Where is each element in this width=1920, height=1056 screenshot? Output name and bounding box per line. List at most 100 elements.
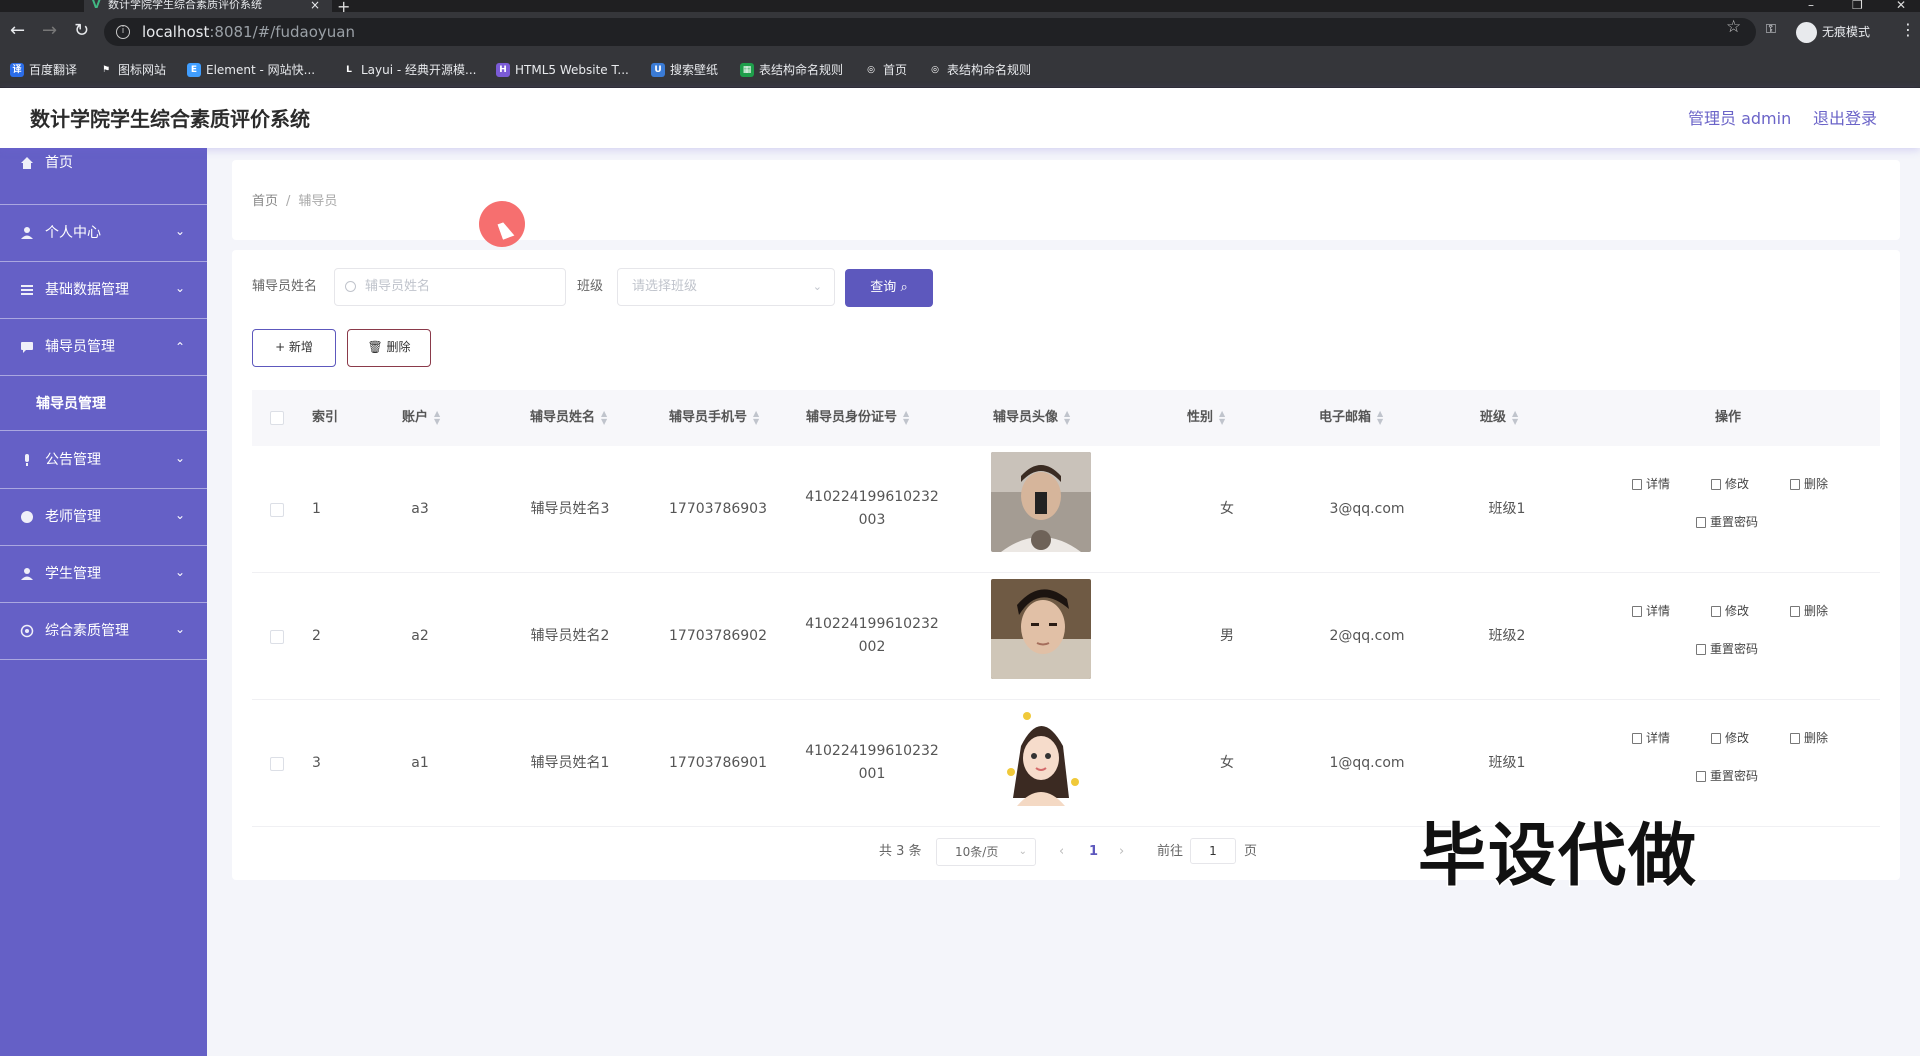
column-header-idcard[interactable]: 辅导员身份证号 ▲ ▼ xyxy=(806,390,909,446)
detail-button[interactable]: 详情 xyxy=(1632,600,1670,622)
select-all-checkbox[interactable] xyxy=(270,411,284,425)
maximize-icon[interactable]: ❐ xyxy=(1852,0,1863,12)
detail-button[interactable]: 详情 xyxy=(1632,473,1670,495)
bookmark-item[interactable]: ◎ 首页 xyxy=(864,61,907,79)
tab-close-icon[interactable]: × xyxy=(310,0,320,11)
sort-icon: ▲ ▼ xyxy=(903,408,910,426)
cell-name: 辅导员姓名3 xyxy=(530,501,610,517)
delete-button[interactable]: 删除 xyxy=(1790,600,1828,622)
sidebar-item-student[interactable]: 学生管理 ⌄ xyxy=(0,546,207,603)
cell-index: 2 xyxy=(312,628,321,644)
minimize-icon[interactable]: – xyxy=(1808,0,1814,12)
column-header-phone[interactable]: 辅导员手机号 ▲ ▼ xyxy=(669,390,759,446)
chevron-down-icon: ⌄ xyxy=(174,451,185,465)
bookmark-item[interactable]: E Element - 网站快... xyxy=(187,61,315,79)
bookmark-star-icon[interactable]: ☆ xyxy=(1726,17,1741,37)
table-row: 1 a3 辅导员姓名3 17703786903 410224199610232 0… xyxy=(252,446,1880,573)
sidebar-item-quality[interactable]: 综合素质管理 ⌄ xyxy=(0,603,207,660)
column-header-avatar[interactable]: 辅导员头像 ▲ ▼ xyxy=(993,390,1070,446)
incognito-indicator[interactable]: 无痕模式 xyxy=(1796,18,1870,46)
bulk-delete-label: 删除 xyxy=(386,340,411,354)
url-field[interactable]: i localhost:8081/#/fudaoyuan xyxy=(104,18,1756,46)
column-header-gender[interactable]: 性别 ▲ ▼ xyxy=(1187,390,1225,446)
reload-icon[interactable]: ↻ xyxy=(74,22,89,40)
reset-password-button[interactable]: 重置密码 xyxy=(1696,765,1758,787)
bookmark-item[interactable]: ◎ 表结构命名规则 xyxy=(928,61,1031,79)
column-header-class[interactable]: 班级 ▲ ▼ xyxy=(1480,390,1518,446)
logout-link[interactable]: 退出登录 xyxy=(1813,88,1877,150)
sidebar-item-teacher[interactable]: 老师管理 ⌄ xyxy=(0,489,207,546)
chevron-down-icon: ⌄ xyxy=(174,224,185,238)
edit-button[interactable]: 修改 xyxy=(1711,727,1749,749)
window-close-icon[interactable]: ✕ xyxy=(1896,0,1906,12)
edit-button[interactable]: 修改 xyxy=(1711,473,1749,495)
sort-icon: ▲ ▼ xyxy=(1377,408,1384,426)
key-icon[interactable]: ⚿ xyxy=(1766,22,1776,37)
bookmark-item[interactable]: U 搜索壁纸 xyxy=(651,61,718,79)
bookmark-item[interactable]: 译百度翻译 xyxy=(10,61,77,79)
goto-page-input[interactable]: 1 xyxy=(1190,838,1236,864)
column-header-name[interactable]: 辅导员姓名 ▲ ▼ xyxy=(530,390,607,446)
name-search-input[interactable]: 辅导员姓名 xyxy=(334,268,566,306)
admin-label[interactable]: 管理员 admin xyxy=(1688,88,1791,150)
counselor-avatar[interactable] xyxy=(991,452,1091,552)
reset-password-button[interactable]: 重置密码 xyxy=(1696,638,1758,660)
chevron-down-icon: ⌄ xyxy=(812,280,822,293)
bookmark-item[interactable]: L Layui - 经典开源模... xyxy=(342,61,476,79)
page-number-current[interactable]: 1 xyxy=(1089,838,1098,866)
goto-prefix: 前往 xyxy=(1157,844,1184,859)
sheet-icon: ▦ xyxy=(740,63,754,77)
bookmark-item[interactable]: ⚑ 图标网站 xyxy=(99,61,166,79)
sidebar-item-notice[interactable]: 公告管理 ⌄ xyxy=(0,432,207,489)
query-button-label: 查询 xyxy=(870,280,897,295)
pagination-total: 共 3 条 xyxy=(879,844,922,859)
flag-icon: ⚑ xyxy=(101,65,111,75)
chevron-down-icon: ⌄ xyxy=(174,622,185,636)
counselor-avatar[interactable] xyxy=(991,706,1091,806)
next-page-icon[interactable]: › xyxy=(1119,838,1124,866)
cell-class: 班级2 xyxy=(1488,628,1526,644)
prev-page-icon[interactable]: ‹ xyxy=(1059,838,1064,866)
cell-phone: 17703786903 xyxy=(669,501,767,517)
class-select[interactable]: 请选择班级 ⌄ xyxy=(617,268,835,306)
url-host: localhost xyxy=(142,23,210,41)
row-checkbox[interactable] xyxy=(270,757,284,771)
sidebar-item-profile[interactable]: 个人中心 ⌄ xyxy=(0,205,207,262)
row-checkbox[interactable] xyxy=(270,630,284,644)
browser-tab[interactable]: V 数计学院学生综合素质评价系统 × xyxy=(84,0,332,12)
bookmark-label: 搜索壁纸 xyxy=(670,63,719,77)
query-button[interactable]: 查询 ⌕ xyxy=(845,269,933,307)
delete-button[interactable]: 删除 xyxy=(1790,473,1828,495)
bulk-delete-button[interactable]: 🗑 删除 xyxy=(347,329,431,367)
bookmark-item[interactable]: H HTML5 Website T... xyxy=(496,61,629,79)
edit-button[interactable]: 修改 xyxy=(1711,600,1749,622)
column-header-index: 索引 xyxy=(312,410,339,425)
chevron-down-icon: ⌄ xyxy=(1018,846,1027,857)
bookmark-item[interactable]: ▦ 表结构命名规则 xyxy=(740,61,843,79)
site-info-icon[interactable]: i xyxy=(116,25,130,39)
back-icon[interactable]: ← xyxy=(10,22,25,40)
cell-name: 辅导员姓名1 xyxy=(530,755,610,771)
reset-password-button[interactable]: 重置密码 xyxy=(1696,511,1758,533)
breadcrumb-home[interactable]: 首页 xyxy=(252,194,278,209)
chevron-down-icon: ⌄ xyxy=(174,508,185,522)
sidebar-item-home[interactable]: 首页 xyxy=(0,148,207,205)
add-button[interactable]: + 新增 xyxy=(252,329,336,367)
delete-button[interactable]: 删除 xyxy=(1790,727,1828,749)
counselor-avatar[interactable] xyxy=(991,579,1091,679)
forward-icon[interactable]: → xyxy=(42,22,57,40)
sidebar-item-counselor[interactable]: 辅导员管理 ⌃ xyxy=(0,319,207,376)
column-header-actions: 操作 xyxy=(1715,410,1742,425)
detail-button[interactable]: 详情 xyxy=(1632,727,1670,749)
search-icon: ⌕ xyxy=(900,280,908,295)
app-title: 数计学院学生综合素质评价系统 xyxy=(30,107,310,131)
sidebar-subitem-counselor-manage[interactable]: 辅导员管理 xyxy=(0,376,207,431)
cell-phone: 17703786901 xyxy=(669,755,767,771)
browser-menu-icon[interactable]: ⋮ xyxy=(1900,20,1916,39)
column-header-email[interactable]: 电子邮箱 ▲ ▼ xyxy=(1319,390,1383,446)
column-header-account[interactable]: 账户 ▲ ▼ xyxy=(402,390,440,446)
row-checkbox[interactable] xyxy=(270,503,284,517)
chevron-down-icon: ⌄ xyxy=(174,281,185,295)
sidebar-item-basic-data[interactable]: 基础数据管理 ⌄ xyxy=(0,262,207,319)
page-size-select[interactable]: 10条/页 ⌄ xyxy=(936,838,1036,866)
